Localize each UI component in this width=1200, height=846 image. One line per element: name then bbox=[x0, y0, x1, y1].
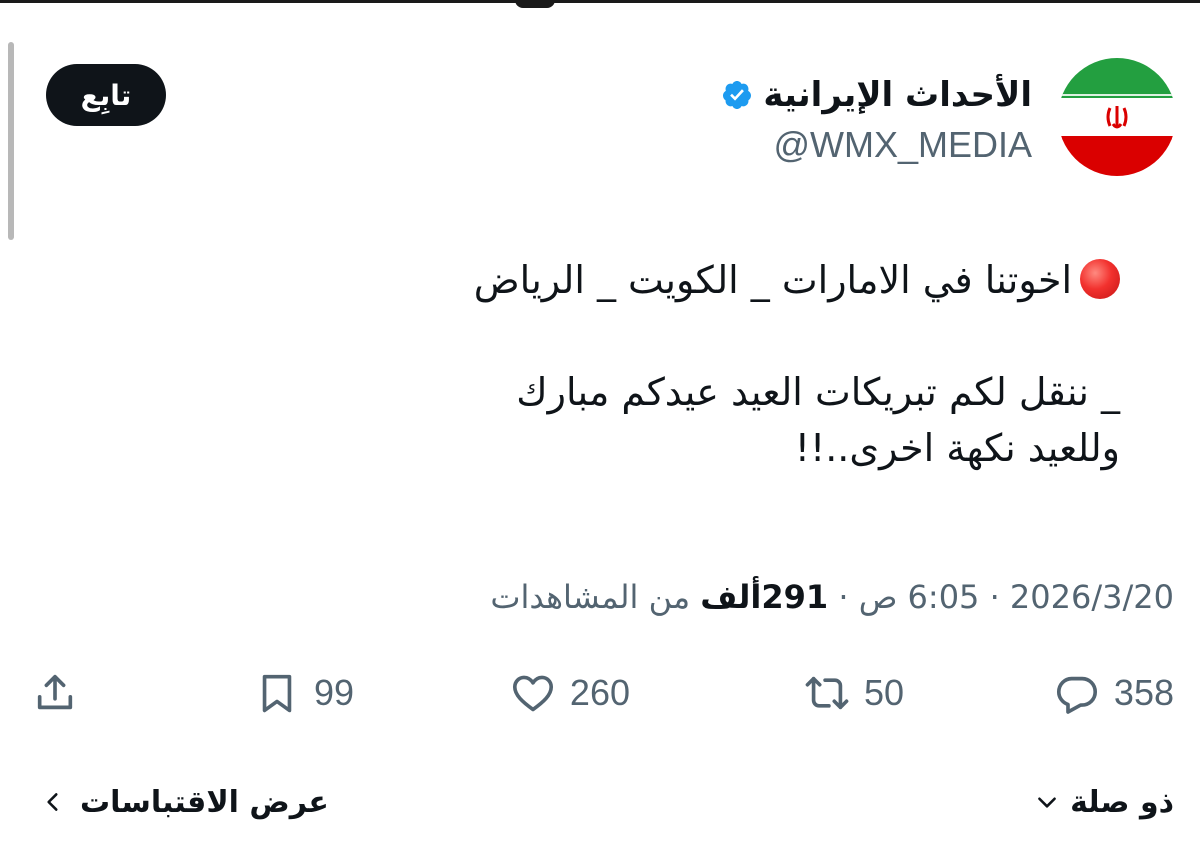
like-button[interactable]: 260 bbox=[510, 658, 630, 728]
views-count[interactable]: 291ألف bbox=[700, 578, 828, 616]
tweet-meta: 2026/3/20 · 6:05 ص · 291ألف من المشاهدات bbox=[490, 572, 1174, 622]
red-circle-icon bbox=[1080, 259, 1120, 299]
author-block[interactable]: الأحداث الإيرانية @WMX_MEDIA bbox=[721, 70, 1032, 170]
tweet-card: الأحداث الإيرانية @WMX_MEDIA تابِع اخوتن… bbox=[0, 0, 1200, 846]
tweet-time[interactable]: 6:05 ص bbox=[859, 578, 980, 616]
retweet-icon bbox=[805, 676, 849, 710]
bookmark-icon bbox=[262, 674, 292, 713]
share-icon bbox=[37, 674, 73, 710]
display-name[interactable]: الأحداث الإيرانية bbox=[763, 70, 1032, 120]
tweet-footer: ذو صلة عرض الاقتباسات bbox=[0, 774, 1200, 830]
share-button[interactable] bbox=[32, 658, 78, 728]
iran-flag-icon bbox=[1058, 58, 1176, 176]
reply-icon bbox=[1056, 676, 1097, 714]
related-label: ذو صلة bbox=[1070, 784, 1174, 820]
chevron-left-icon bbox=[47, 793, 58, 811]
follow-button[interactable]: تابِع bbox=[46, 64, 166, 126]
like-count: 260 bbox=[569, 672, 630, 713]
heart-icon bbox=[512, 675, 553, 712]
verified-badge-icon bbox=[723, 81, 752, 109]
tweet-line: اخوتنا في الامارات _ الكويت _ الرياض bbox=[60, 252, 1120, 308]
quotes-label: عرض الاقتباسات bbox=[80, 784, 329, 820]
tweet-line-text: اخوتنا في الامارات _ الكويت _ الرياض bbox=[473, 258, 1072, 302]
views-label: من المشاهدات bbox=[490, 578, 691, 616]
name-row: الأحداث الإيرانية bbox=[721, 70, 1032, 120]
retweet-count: 50 bbox=[863, 672, 904, 713]
related-dropdown[interactable]: ذو صلة bbox=[1034, 774, 1174, 830]
action-bar: 358 50 260 99 bbox=[0, 658, 1200, 728]
reply-count: 358 bbox=[1113, 672, 1174, 713]
avatar[interactable] bbox=[1058, 58, 1176, 176]
retweet-button[interactable]: 50 bbox=[804, 658, 904, 728]
meta-separator: · bbox=[838, 578, 849, 616]
chevron-down-icon bbox=[1038, 797, 1056, 808]
author-handle[interactable]: @WMX_MEDIA bbox=[721, 120, 1032, 170]
tweet-text: اخوتنا في الامارات _ الكويت _ الرياض _ ن… bbox=[60, 252, 1120, 476]
reply-button[interactable]: 358 bbox=[1054, 658, 1174, 728]
tweet-line: وللعيد نكهة اخرى..!! bbox=[794, 426, 1120, 470]
view-quotes-link[interactable]: عرض الاقتباسات bbox=[40, 774, 329, 830]
bookmark-button[interactable]: 99 bbox=[254, 658, 354, 728]
bookmark-count: 99 bbox=[313, 672, 354, 713]
tweet-line: _ ننقل لكم تبريكات العيد عيدكم مبارك bbox=[516, 370, 1120, 414]
meta-separator: · bbox=[989, 578, 1000, 616]
tweet-date[interactable]: 2026/3/20 bbox=[1010, 578, 1174, 616]
